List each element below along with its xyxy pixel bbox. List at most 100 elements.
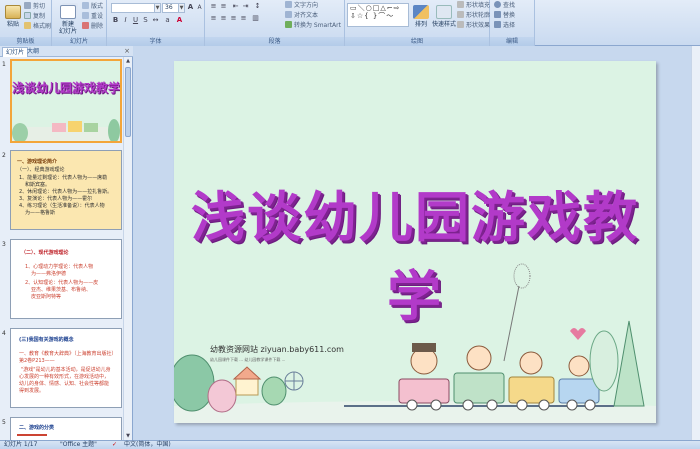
select-button[interactable]: 选择 (494, 21, 515, 30)
columns-icon[interactable]: ▥ (251, 14, 260, 23)
tab-outline[interactable]: 大纲 (24, 47, 42, 57)
find-button[interactable]: 查找 (494, 1, 515, 10)
thumbnail-slide-3[interactable]: （二）、现代游戏理论 1、心理动力学理论：代表人物 为——弗洛伊德 2、认知理论… (10, 239, 122, 319)
font-size-dropdown[interactable]: ▼ (178, 3, 185, 13)
align-text-label: 对齐文本 (294, 12, 319, 19)
font-name-field[interactable] (111, 3, 155, 13)
numbering-icon[interactable]: ≡ (219, 2, 228, 11)
shape-fill-label: 形状填充 (466, 2, 491, 9)
replace-button[interactable]: 替换 (494, 11, 515, 20)
delete-slide-button[interactable]: 删除 (82, 22, 103, 31)
thumbnail-slide-2[interactable]: 一、游戏理论简介 （一）、经典游戏理论 1、能量过剩理论：代表人物为——席勒 和… (10, 150, 122, 230)
shape-fill-button[interactable]: 形状填充 (457, 1, 490, 10)
shape-effects-button[interactable]: 形状效果 (457, 21, 490, 30)
paragraph-label: 段落 (205, 37, 344, 46)
cut-button[interactable]: 剪切 (24, 2, 45, 11)
slide-count: 幻灯片 1/17 (4, 441, 38, 448)
justify-icon[interactable]: ≡ (239, 14, 248, 23)
align-text-button[interactable]: 对齐文本 (285, 11, 318, 20)
text-direction-label: 文字方向 (294, 2, 319, 9)
scroll-up-icon[interactable]: ▲ (124, 57, 132, 65)
thumbnail-slide-4[interactable]: (三)我国有关游戏的概念 一、教育《教育大辞典》（上海教育出版社） 第2卷P21… (10, 328, 122, 408)
copy-label: 复制 (33, 13, 46, 20)
thumbnail-line: 二、游戏的分类 (19, 425, 55, 431)
thumbnail-number: 1 (2, 61, 6, 68)
underline-icon[interactable]: U (131, 16, 140, 25)
change-case-icon[interactable]: a (163, 16, 172, 25)
delete-label: 删除 (91, 23, 104, 30)
char-spacing-icon[interactable]: ↔ (151, 16, 160, 25)
paste-button[interactable]: 粘贴 (2, 3, 24, 36)
paragraph-group: ≡ ≡ ⇤ ⇥ ↕ ≡ ≡ ≡ ≡ ▥ 文字方向 对齐文本 转换为 SmartA… (205, 0, 345, 46)
arrange-button[interactable]: 排列 (411, 3, 431, 36)
arrange-icon (413, 5, 429, 19)
thumbnail-number: 5 (2, 419, 6, 426)
thumbnail-slide-1[interactable]: 浅谈幼儿园游戏教学 (10, 59, 122, 143)
shape-effects-label: 形状效果 (466, 22, 491, 29)
spellcheck-icon[interactable]: ✓ (112, 441, 117, 449)
layout-button[interactable]: 版式 (82, 2, 103, 11)
align-center-icon[interactable]: ≡ (219, 14, 228, 23)
reset-button[interactable]: 重设 (82, 12, 103, 21)
delete-icon (82, 22, 89, 29)
grow-font-icon[interactable]: A (186, 3, 195, 12)
italic-icon[interactable]: I (121, 16, 130, 25)
decrease-indent-icon[interactable]: ⇤ (231, 2, 240, 11)
editing-label: 编辑 (490, 37, 534, 46)
smartart-icon (285, 21, 292, 28)
align-right-icon[interactable]: ≡ (229, 14, 238, 23)
smartart-button[interactable]: 转换为 SmartArt (285, 21, 341, 30)
thumbnail-line: 3、复演论：代表人物为——霍尔 (19, 196, 93, 202)
watermark-small-text: 幼儿园课件下载 ... 幼儿园教学课件下载 ... (210, 357, 286, 362)
pane-scrollbar[interactable]: ▲ ▼ (123, 57, 132, 440)
font-color-icon[interactable]: A (175, 16, 184, 25)
thumbnail-number: 2 (2, 152, 6, 159)
thumbnail-line: 一、教育《教育大辞典》（上海教育出版社） (19, 351, 117, 357)
shape-outline-button[interactable]: 形状轮廓 (457, 11, 490, 20)
thumbnail-line: "游戏"是幼儿的基本活动，是促进幼儿身 (21, 367, 111, 373)
scroll-down-icon[interactable]: ▼ (124, 432, 132, 440)
line-spacing-icon[interactable]: ↕ (253, 2, 262, 11)
new-slide-button[interactable]: 新建 幻灯片 (56, 3, 80, 36)
slides-group: 新建 幻灯片 版式 重设 删除 幻灯片 (52, 0, 107, 46)
thumbnail-line: 幼儿的身体、情感、认知、社会性等都能 (19, 381, 110, 387)
replace-label: 替换 (503, 12, 516, 19)
bold-icon[interactable]: B (111, 16, 120, 25)
status-bar: 幻灯片 1/17 "Office 主题" ✓ 中文(简体，中国) (0, 440, 700, 449)
scissors-icon (24, 2, 31, 9)
thumbnail-illustration (12, 119, 120, 141)
editor-scrollbar[interactable] (691, 46, 700, 440)
slides-label: 幻灯片 (52, 37, 106, 46)
smartart-label: 转换为 SmartArt (294, 22, 341, 29)
strikethrough-icon[interactable]: S (141, 16, 150, 25)
find-icon (494, 1, 501, 8)
shapes-gallery[interactable]: ▭＼○□△⌐⇨ ⇩☆{ }⌒～ (347, 3, 409, 27)
language-indicator[interactable]: 中文(简体，中国) (124, 441, 171, 449)
clipboard-group: 粘贴 剪切 复制 格式刷 剪贴板 (0, 0, 52, 46)
thumbnail-line: 得到发展。 (19, 388, 45, 394)
thumbnail-line: 1、心理动力学理论：代表人物 (25, 264, 94, 270)
align-left-icon[interactable]: ≡ (209, 14, 218, 23)
scroll-thumb[interactable] (125, 67, 131, 137)
quick-styles-button[interactable]: 快速样式 (431, 3, 457, 36)
close-icon[interactable]: × (124, 47, 130, 55)
font-size-field[interactable]: 36 (162, 3, 179, 13)
select-label: 选择 (503, 22, 516, 29)
bullets-icon[interactable]: ≡ (209, 2, 218, 11)
thumbnail-line: 2、休闲理论：代表人物为——拉扎鲁斯。 (19, 189, 113, 195)
thumbnail-line: （二）、现代游戏理论 (21, 250, 69, 256)
slide-title[interactable]: 浅谈幼儿园游戏教学 (174, 173, 656, 331)
cut-label: 剪切 (33, 3, 46, 10)
slide-canvas[interactable]: 浅谈幼儿园游戏教学 幼教资源网站 ziyuan.baby611.com 幼儿园课… (174, 61, 656, 423)
find-label: 查找 (503, 2, 516, 9)
text-direction-button[interactable]: 文字方向 (285, 1, 318, 10)
format-painter-button[interactable]: 格式刷 (24, 22, 51, 31)
drawing-label: 绘图 (345, 37, 489, 46)
thumbnail-slide-5[interactable]: 二、游戏的分类 (10, 417, 122, 440)
increase-indent-icon[interactable]: ⇥ (241, 2, 250, 11)
shrink-font-icon[interactable]: A (195, 3, 204, 12)
theme-name: "Office 主题" (60, 441, 97, 448)
shape-outline-label: 形状轮廓 (466, 12, 491, 19)
copy-button[interactable]: 复制 (24, 12, 45, 21)
font-name-dropdown[interactable]: ▼ (154, 3, 161, 13)
